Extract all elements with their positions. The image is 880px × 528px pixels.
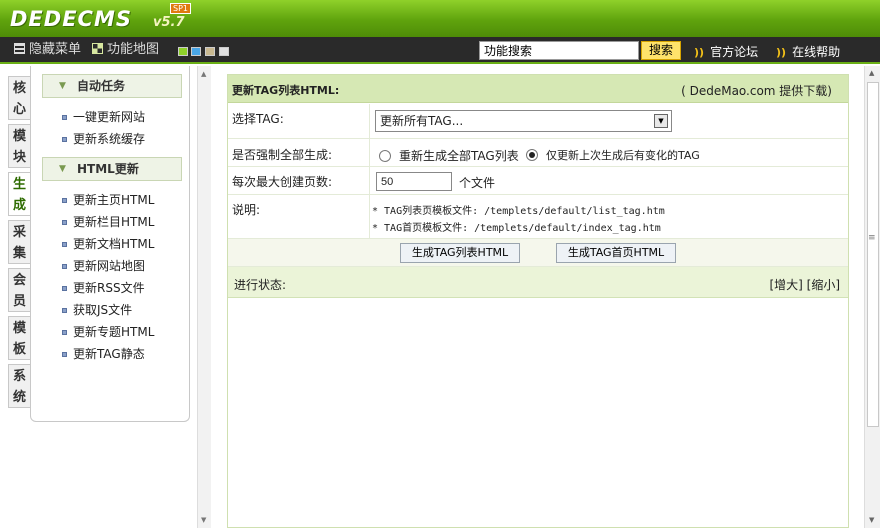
max-pages-input[interactable]	[376, 172, 452, 191]
brand-version: v5.7	[153, 15, 185, 30]
bullet-icon	[62, 330, 67, 335]
menu-item-update-rss[interactable]: 更新RSS文件	[62, 281, 145, 295]
menu-icon	[14, 43, 25, 54]
signal-icon: ))	[694, 46, 705, 59]
status-resize-controls[interactable]: [增大] [缩小]	[769, 276, 840, 293]
brand-badge: SP1	[170, 3, 191, 14]
search-input[interactable]	[479, 41, 639, 60]
pages-label: 每次最大创建页数:	[232, 175, 333, 189]
notes-label: 说明:	[232, 203, 261, 217]
bullet-icon	[62, 242, 67, 247]
brand-name: DEDECMS	[10, 7, 132, 31]
collapse-arrow-icon: ▼	[59, 164, 66, 174]
menu-item-update-home[interactable]: 更新主页HTML	[62, 193, 154, 207]
bullet-icon	[62, 308, 67, 313]
skin-swatch-tan[interactable]	[205, 47, 215, 56]
menu-group-auto-task[interactable]: ▼ 自动任务	[42, 74, 182, 98]
status-bar: 进行状态: [增大] [缩小]	[228, 267, 848, 298]
arrow-up-icon[interactable]: ▲	[869, 69, 874, 77]
note-index-template: * TAG首页模板文件: /templets/default/index_tag…	[372, 223, 661, 234]
top-toolbar: 隐藏菜单 功能地图 搜索 ))官方论坛 ))在线帮助	[0, 37, 880, 64]
tag-select[interactable]: 更新所有TAG... ▼	[375, 110, 672, 132]
tab-system[interactable]: 系统	[8, 364, 30, 408]
skin-swatch-gray[interactable]	[219, 47, 229, 56]
bullet-icon	[62, 286, 67, 291]
bullet-icon	[62, 220, 67, 225]
row-select-tag: 选择TAG: 更新所有TAG... ▼	[228, 104, 848, 139]
generate-tag-list-button[interactable]: 生成TAG列表HTML	[400, 243, 520, 263]
row-notes: 说明: * TAG列表页模板文件: /templets/default/list…	[228, 195, 848, 239]
tab-member[interactable]: 会员	[8, 268, 30, 312]
bullet-icon	[62, 198, 67, 203]
scrollbar-thumb[interactable]	[867, 82, 879, 427]
menu-item-update-tag[interactable]: 更新TAG静态	[62, 347, 145, 361]
menu-item-update-sitemap[interactable]: 更新网站地图	[62, 259, 145, 273]
option-regenerate-all[interactable]: 重新生成全部TAG列表	[379, 147, 519, 164]
bullet-icon	[62, 137, 67, 142]
main-form: 更新TAG列表HTML: ( DedeMao.com 提供下载) 选择TAG: …	[227, 74, 849, 528]
signal-icon: ))	[776, 46, 787, 59]
row-force-generate: 是否强制全部生成: 重新生成全部TAG列表 仅更新上次生成后有变化的TAG	[228, 139, 848, 167]
arrow-down-icon[interactable]: ▼	[869, 516, 874, 524]
tab-core[interactable]: 核心	[8, 76, 30, 120]
hide-menu-button[interactable]: 隐藏菜单	[14, 42, 81, 58]
bullet-icon	[62, 264, 67, 269]
force-label: 是否强制全部生成:	[232, 148, 333, 162]
left-menu-panel: ▼ 自动任务 一键更新网站 更新系统缓存 ▼ HTML更新 更新主页HTML 更新栏…	[30, 66, 190, 422]
status-label: 进行状态:	[234, 278, 287, 292]
radio-unchecked[interactable]	[379, 150, 391, 162]
site-map-button[interactable]: 功能地图	[92, 42, 159, 58]
search-button[interactable]: 搜索	[641, 41, 681, 60]
arrow-up-icon: ▲	[201, 70, 207, 78]
menu-item-update-doc[interactable]: 更新文档HTML	[62, 237, 154, 251]
row-max-pages: 每次最大创建页数: 个文件	[228, 167, 848, 195]
action-button-row: 生成TAG列表HTML 生成TAG首页HTML	[228, 239, 848, 267]
menu-item-get-js[interactable]: 获取JS文件	[62, 303, 132, 317]
app-header: DEDECMS v5.7 SP1	[0, 0, 880, 37]
skin-swatch-blue[interactable]	[191, 47, 201, 56]
option-update-changed[interactable]: 仅更新上次生成后有变化的TAG	[526, 147, 700, 163]
forum-link[interactable]: )) 官方论坛	[694, 43, 758, 60]
generate-tag-index-button[interactable]: 生成TAG首页HTML	[556, 243, 676, 263]
menu-item-update-column[interactable]: 更新栏目HTML	[62, 215, 154, 229]
frame-splitter[interactable]: ▲ ▼	[197, 66, 211, 528]
tab-module[interactable]: 模块	[8, 124, 30, 168]
note-list-template: * TAG列表页模板文件: /templets/default/list_tag…	[372, 206, 665, 217]
select-tag-label: 选择TAG:	[232, 112, 284, 126]
arrow-down-icon: ▼	[201, 516, 207, 524]
vertical-scrollbar[interactable]: ▲ ≡ ▼	[864, 66, 880, 528]
menu-item-update-site[interactable]: 一键更新网站	[62, 110, 145, 124]
tab-generate[interactable]: 生成	[8, 172, 30, 216]
dedecms-logo: DEDECMS v5.7 SP1	[10, 3, 191, 33]
grid-icon	[92, 43, 103, 54]
chevron-down-icon: ▼	[654, 114, 668, 128]
help-link[interactable]: )) 在线帮助	[776, 43, 840, 60]
menu-group-html-update[interactable]: ▼ HTML更新	[42, 157, 182, 181]
radio-checked[interactable]	[526, 149, 538, 161]
form-title-bar: 更新TAG列表HTML: ( DedeMao.com 提供下载)	[228, 75, 848, 103]
form-title: 更新TAG列表HTML:	[232, 84, 340, 97]
skin-swatch-green[interactable]	[178, 47, 188, 56]
menu-item-update-special[interactable]: 更新专题HTML	[62, 325, 154, 339]
bullet-icon	[62, 352, 67, 357]
menu-item-update-cache[interactable]: 更新系统缓存	[62, 132, 145, 146]
form-credit: ( DedeMao.com 提供下载)	[681, 84, 832, 98]
pages-unit: 个文件	[459, 176, 496, 190]
tab-template[interactable]: 模板	[8, 316, 30, 360]
tab-collect[interactable]: 采集	[8, 220, 30, 264]
bullet-icon	[62, 115, 67, 120]
grip-icon: ≡	[868, 233, 876, 243]
collapse-arrow-icon: ▼	[59, 81, 66, 91]
